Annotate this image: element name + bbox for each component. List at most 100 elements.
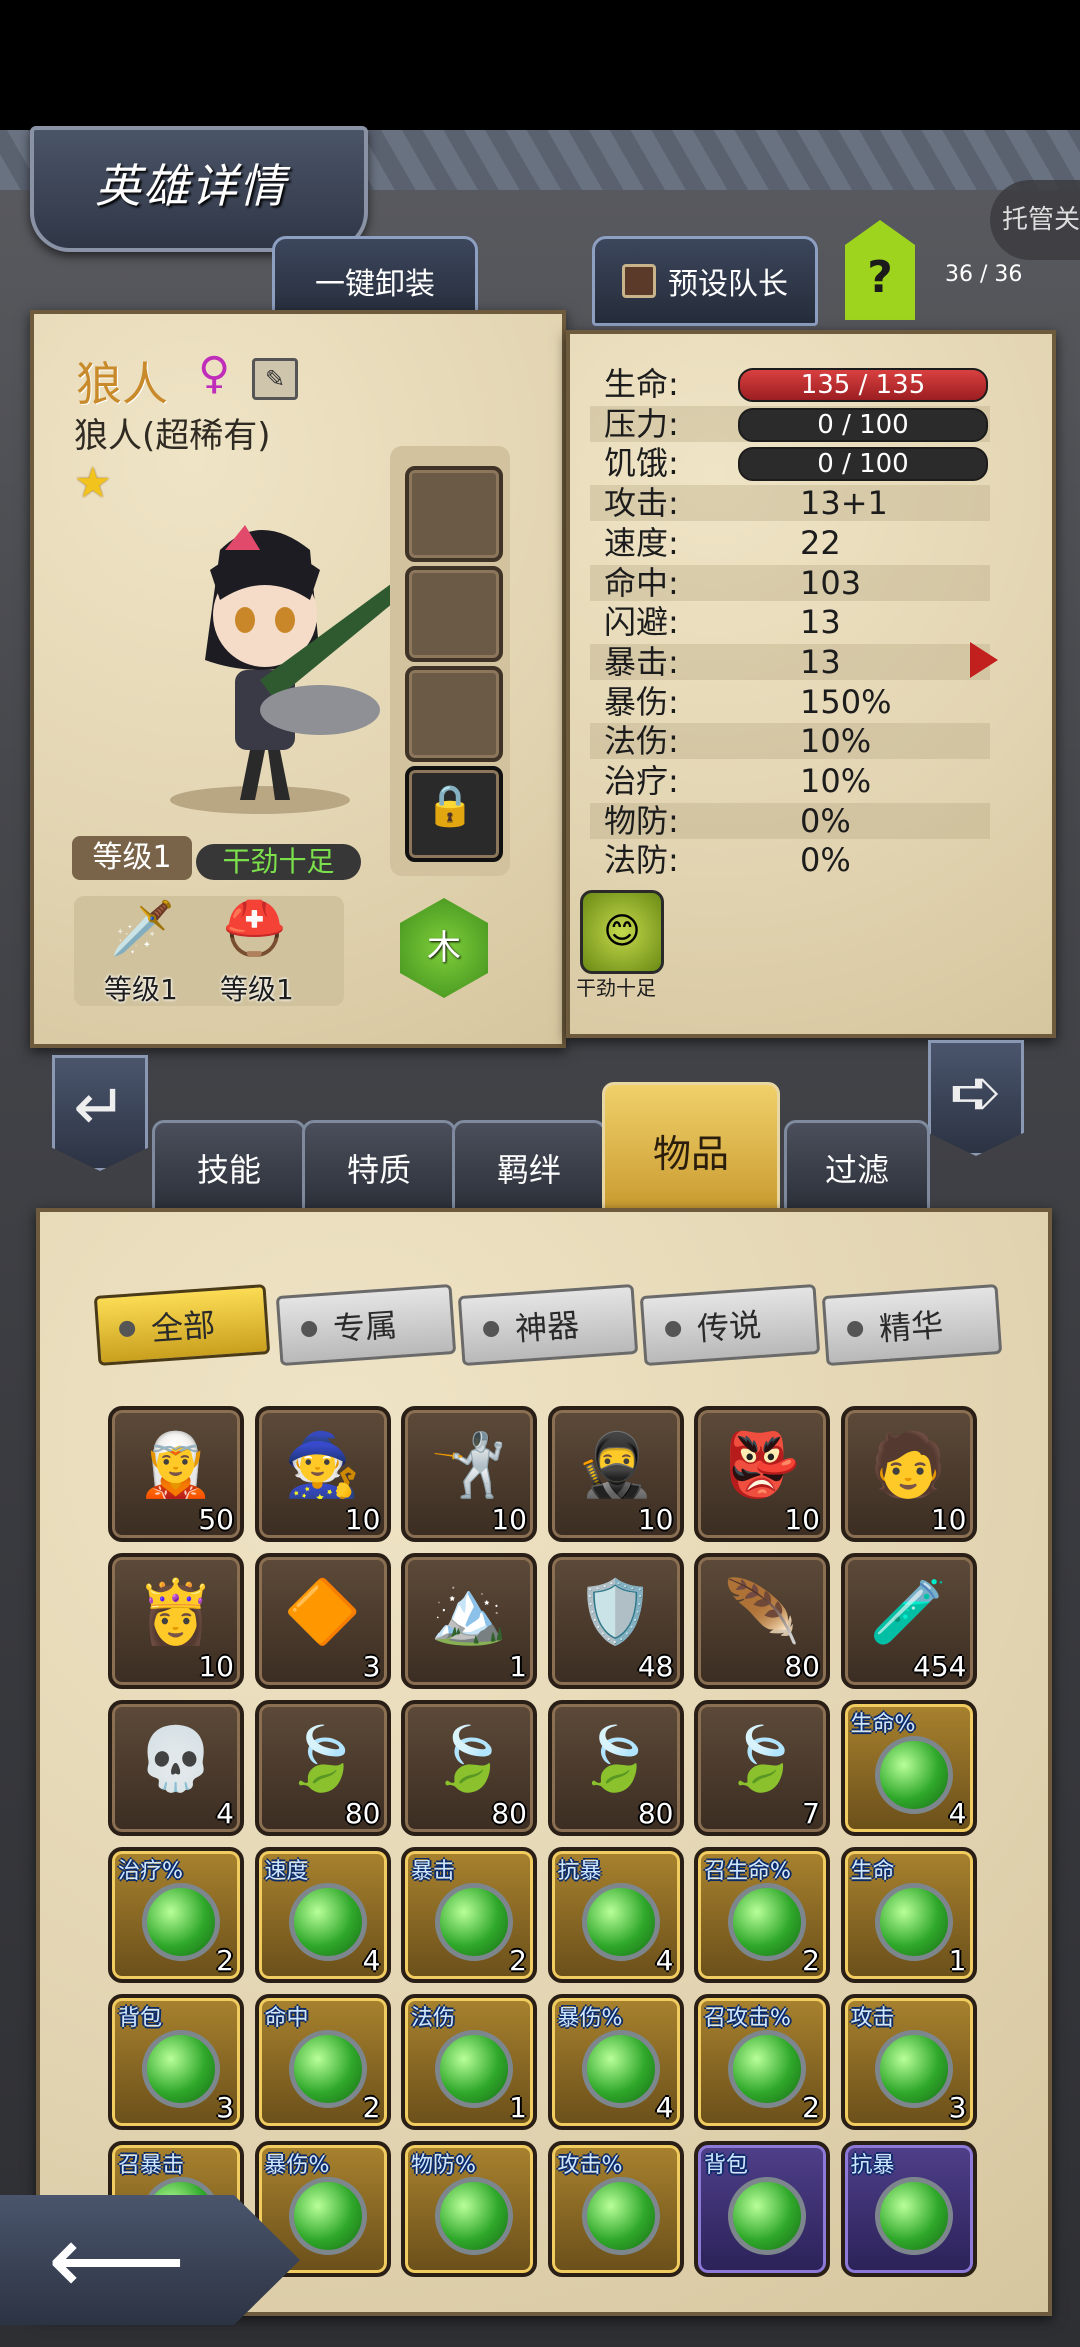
stat-value: 103: [800, 563, 862, 602]
stat-value: 0%: [800, 841, 851, 880]
inventory-item[interactable]: 🏔️ 1: [401, 1553, 537, 1689]
tab-skills[interactable]: 技能: [152, 1120, 306, 1216]
inventory-item[interactable]: 生命 1: [840, 1847, 977, 1983]
filter-all[interactable]: 全部: [93, 1284, 271, 1366]
inventory-item[interactable]: 🧑 10: [840, 1406, 977, 1542]
stat-bar: 0 / 100: [738, 407, 988, 442]
green-gem-icon: [581, 1883, 660, 1961]
item-count: 1: [509, 2091, 527, 2124]
equipment-slot-2[interactable]: [405, 566, 503, 662]
trait-badge-icon[interactable]: 😊: [580, 890, 664, 974]
stat-row: 法伤: 10%: [590, 723, 990, 760]
inventory-item[interactable]: 🧪 454: [840, 1553, 977, 1689]
inventory-item[interactable]: 背包 3: [108, 1994, 244, 2130]
inventory-item[interactable]: 命中 2: [254, 1994, 391, 2130]
set-leader-label: 预设队长: [668, 267, 788, 302]
filter-artifact[interactable]: 神器: [457, 1283, 639, 1367]
stat-bar: 135 / 135: [738, 368, 988, 402]
item-icon: 👺: [723, 1428, 801, 1501]
inventory-item[interactable]: 🪶 80: [694, 1553, 830, 1689]
inventory-item[interactable]: 法伤 1: [401, 1994, 537, 2130]
inventory-item[interactable]: 速度 4: [254, 1847, 391, 1983]
item-count: 4: [216, 1797, 234, 1830]
green-gem-icon: [142, 1883, 220, 1961]
item-tag: 召攻击%: [704, 2006, 791, 2031]
inventory-item[interactable]: 生命% 4: [840, 1700, 977, 1836]
prev-hero-button[interactable]: ↵: [52, 1055, 148, 1171]
item-tag: 召生命%: [704, 1859, 791, 1884]
stat-row: 闪避: 13: [590, 604, 990, 640]
inventory-item[interactable]: 物防%: [401, 2141, 537, 2277]
tab-filter[interactable]: 过滤: [784, 1120, 930, 1216]
tab-traits[interactable]: 特质: [302, 1120, 456, 1216]
green-gem-icon: [288, 1883, 367, 1961]
tab-items[interactable]: 物品: [602, 1082, 780, 1218]
inventory-item[interactable]: 🛡️ 48: [547, 1553, 684, 1689]
item-count: 80: [344, 1797, 381, 1830]
stat-row: 暴击: 13: [590, 642, 990, 681]
inventory-item[interactable]: 👸 10: [108, 1553, 244, 1689]
auto-button[interactable]: 托管关: [990, 180, 1080, 260]
item-icon: 🛡️: [576, 1575, 655, 1648]
inventory-item[interactable]: 召攻击% 2: [694, 1994, 830, 2130]
inventory-item[interactable]: 🍃 7: [694, 1700, 830, 1836]
inventory-item[interactable]: 抗暴: [840, 2141, 977, 2277]
more-stats-arrow-icon[interactable]: [970, 642, 998, 678]
inventory-item[interactable]: 🤺 10: [401, 1406, 537, 1542]
helmet-icon[interactable]: ⛑️: [222, 898, 287, 959]
item-tag: 治疗%: [118, 1859, 183, 1884]
item-count: 10: [344, 1503, 381, 1536]
filter-legend[interactable]: 传说: [639, 1283, 821, 1367]
lock-icon: 🔒: [425, 783, 475, 829]
inventory-item[interactable]: 治疗% 2: [108, 1847, 244, 1983]
inventory-item[interactable]: 🔶 3: [254, 1553, 391, 1689]
equipment-slot-1[interactable]: [405, 466, 503, 562]
filter-essence-label: 精华: [877, 1305, 945, 1349]
item-count: 4: [948, 1797, 967, 1830]
tab-bonds[interactable]: 羁绊: [452, 1120, 606, 1216]
next-hero-button[interactable]: ➪: [928, 1040, 1024, 1156]
inventory-item[interactable]: 🥷 10: [547, 1406, 684, 1542]
green-gem-icon: [435, 2030, 513, 2108]
inventory-item[interactable]: 背包: [694, 2141, 830, 2277]
hero-rarity: 狼人(超稀有): [74, 416, 271, 456]
green-gem-icon: [874, 1883, 953, 1961]
inventory-item[interactable]: 暴伤% 4: [547, 1994, 684, 2130]
stat-label: 暴击:: [604, 642, 679, 681]
stat-value: 10%: [800, 762, 872, 800]
sword-icon[interactable]: 🗡️: [110, 898, 175, 959]
leader-checkbox[interactable]: [622, 264, 656, 298]
inventory-item[interactable]: 🧙 10: [254, 1406, 391, 1542]
stat-value: 13: [800, 603, 841, 642]
inventory-item[interactable]: 攻击 3: [840, 1994, 977, 2130]
stat-value: 150%: [800, 682, 892, 721]
inventory-item[interactable]: 🍃 80: [401, 1700, 537, 1836]
inventory-item[interactable]: 暴击 2: [401, 1847, 537, 1983]
item-count: 2: [509, 1944, 527, 1977]
inventory-item[interactable]: 攻击%: [547, 2141, 684, 2277]
green-gem-icon: [874, 2177, 953, 2255]
edit-name-icon[interactable]: ✎: [252, 358, 298, 400]
item-count: 7: [802, 1797, 820, 1830]
inventory-item[interactable]: 🧝 50: [108, 1406, 244, 1542]
inventory-item[interactable]: 召生命% 2: [694, 1847, 830, 1983]
equipment-slot-3[interactable]: [405, 666, 503, 762]
stat-value: 13: [800, 642, 841, 681]
item-count: 10: [491, 1503, 527, 1536]
filter-artifact-label: 神器: [513, 1305, 581, 1349]
filter-essence[interactable]: 精华: [821, 1283, 1003, 1367]
inventory-item[interactable]: 🍃 80: [254, 1700, 391, 1836]
inventory-item[interactable]: 👺 10: [694, 1406, 830, 1542]
filter-exclusive[interactable]: 专属: [275, 1283, 457, 1367]
item-icon: 👸: [137, 1575, 215, 1648]
inventory-item[interactable]: 💀 4: [108, 1700, 244, 1836]
tab-filter-label: 过滤: [824, 1151, 889, 1189]
set-leader-button[interactable]: 预设队长: [592, 236, 818, 326]
item-count: 80: [491, 1797, 527, 1830]
item-icon: 💀: [137, 1722, 215, 1795]
inventory-item[interactable]: 抗暴 4: [547, 1847, 684, 1983]
inventory-item[interactable]: 🍃 80: [547, 1700, 684, 1836]
unequip-all-label: 一键卸装: [315, 267, 435, 302]
stat-label: 物防:: [604, 801, 679, 840]
helmet-level: 等级1: [220, 973, 294, 1006]
